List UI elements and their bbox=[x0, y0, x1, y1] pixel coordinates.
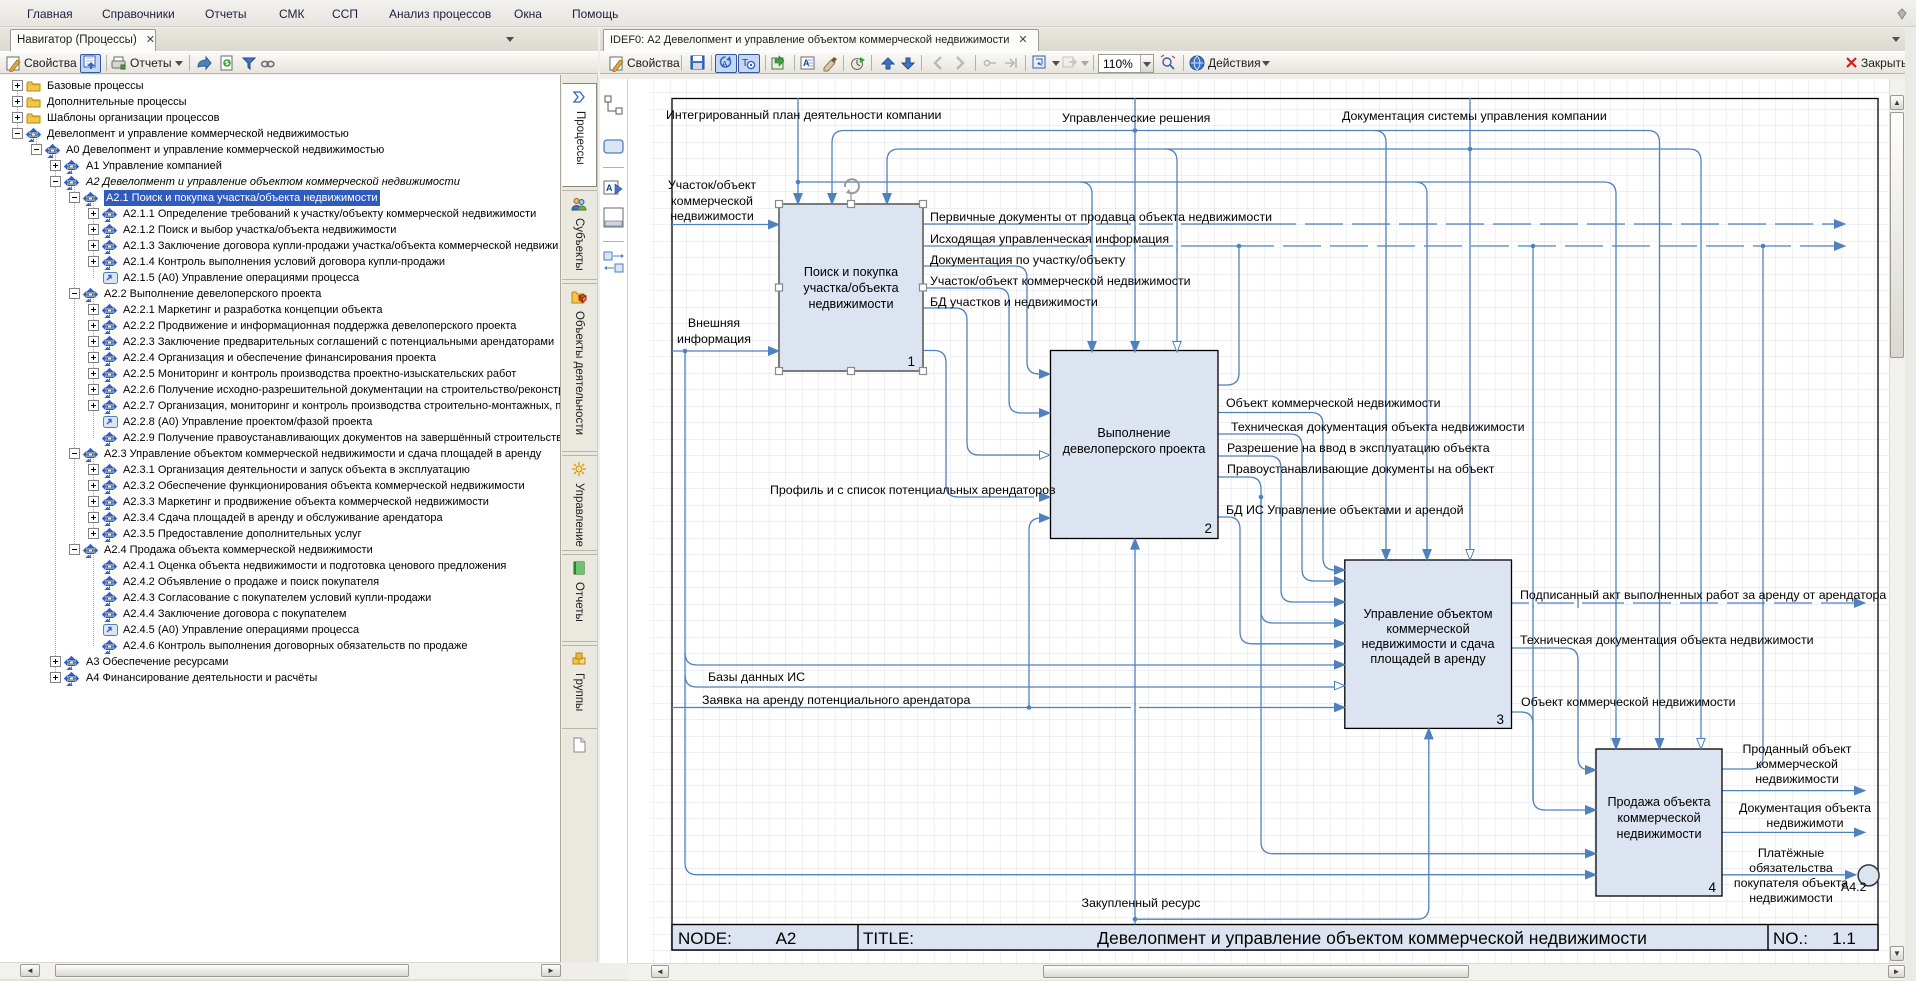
svg-text:недвижимости и сдача: недвижимости и сдача bbox=[1362, 637, 1495, 651]
svg-text:2: 2 bbox=[1204, 521, 1212, 536]
svg-text:Закупленный ресурс: Закупленный ресурс bbox=[1081, 896, 1200, 910]
svg-text:Объект коммерческой недвижимос: Объект коммерческой недвижимости bbox=[1226, 396, 1441, 410]
svg-text:Участок/объект: Участок/объект bbox=[668, 178, 756, 192]
svg-text:участка/объекта: участка/объекта bbox=[803, 281, 898, 295]
svg-text:Управление объектом: Управление объектом bbox=[1363, 607, 1492, 621]
svg-text:Исходящая управленческая инфор: Исходящая управленческая информация bbox=[930, 232, 1169, 246]
svg-text:3: 3 bbox=[1496, 712, 1504, 727]
svg-text:Подписанный акт выполненных ра: Подписанный акт выполненных работ за аре… bbox=[1520, 588, 1886, 602]
svg-text:коммерческой: коммерческой bbox=[1617, 811, 1700, 825]
svg-text:4: 4 bbox=[1708, 880, 1716, 895]
svg-text:недвижимости: недвижимости bbox=[809, 297, 894, 311]
svg-text:Участок/объект коммерческой не: Участок/объект коммерческой недвижимости bbox=[930, 274, 1191, 288]
svg-text:Проданный объект: Проданный объект bbox=[1743, 742, 1852, 756]
svg-text:недвижимости: недвижимости bbox=[1617, 827, 1702, 841]
svg-text:Продажа объекта: Продажа объекта bbox=[1607, 795, 1710, 809]
svg-text:Базы данных ИС: Базы данных ИС bbox=[708, 670, 805, 684]
svg-text:БД участков и недвижимости: БД участков и недвижимости bbox=[930, 295, 1098, 309]
svg-text:NO.:: NO.: bbox=[1773, 929, 1808, 948]
svg-text:недвижимости: недвижимости bbox=[1755, 772, 1839, 786]
svg-text:TITLE:: TITLE: bbox=[863, 929, 914, 948]
svg-text:Документация по участку/объект: Документация по участку/объекту bbox=[930, 253, 1126, 267]
svg-text:Девелопмент и управление объек: Девелопмент и управление объектом коммер… bbox=[1097, 928, 1647, 948]
svg-text:Профиль и с список потенциальн: Профиль и с список потенциальных арендат… bbox=[770, 483, 1056, 497]
svg-text:Техническая документация объек: Техническая документация объекта недвижи… bbox=[1520, 633, 1814, 647]
svg-text:Разрешение на ввод в эксплуата: Разрешение на ввод в эксплуатацию объект… bbox=[1227, 441, 1490, 455]
svg-text:Первичные документы от продавц: Первичные документы от продавца объекта … bbox=[930, 210, 1272, 224]
svg-text:Объект коммерческой недвижимос: Объект коммерческой недвижимости bbox=[1521, 695, 1736, 709]
svg-text:БД ИС Управление объектами и а: БД ИС Управление объектами и арендой bbox=[1226, 503, 1464, 517]
svg-text:коммерческой: коммерческой bbox=[1756, 757, 1838, 771]
svg-text:Интегрированный план деятельно: Интегрированный план деятельности компан… bbox=[666, 108, 942, 122]
svg-text:1.1: 1.1 bbox=[1832, 929, 1856, 948]
svg-text:коммерческой: коммерческой bbox=[1386, 622, 1469, 636]
svg-text:Заявка на аренду потенциальног: Заявка на аренду потенциального арендато… bbox=[702, 693, 970, 707]
svg-text:информация: информация bbox=[677, 332, 751, 346]
svg-text:Выполнение: Выполнение bbox=[1097, 426, 1170, 440]
svg-text:Правоустанавливающие документы: Правоустанавливающие документы на объект bbox=[1227, 462, 1495, 476]
svg-text:1: 1 bbox=[907, 354, 915, 369]
svg-text:недвижимости: недвижимости bbox=[670, 209, 754, 223]
svg-text:девелоперского проекта: девелоперского проекта bbox=[1063, 442, 1206, 456]
svg-text:покупателя объекта: покупателя объекта bbox=[1734, 876, 1848, 890]
svg-text:А2: А2 bbox=[776, 929, 797, 948]
svg-text:Поиск и покупка: Поиск и покупка bbox=[804, 265, 898, 279]
svg-text:площадей в аренду: площадей в аренду bbox=[1370, 652, 1486, 666]
svg-text:Техническая документация объек: Техническая документация объекта недвижи… bbox=[1231, 420, 1525, 434]
svg-text:Документация системы управлени: Документация системы управления компании bbox=[1342, 109, 1607, 123]
svg-text:NODE:: NODE: bbox=[678, 929, 732, 948]
svg-text:Документация объекта: Документация объекта bbox=[1739, 801, 1871, 815]
svg-text:обязательства: обязательства bbox=[1749, 861, 1833, 875]
svg-text:Платёжные: Платёжные bbox=[1758, 846, 1824, 860]
svg-text:A: A bbox=[722, 60, 728, 69]
svg-text:А4.2: А4.2 bbox=[1841, 880, 1867, 894]
svg-text:недвижимоти: недвижимоти bbox=[1766, 816, 1843, 830]
svg-text:коммерческой: коммерческой bbox=[671, 194, 753, 208]
svg-text:A: A bbox=[606, 183, 613, 193]
svg-text:Управленческие решения: Управленческие решения bbox=[1062, 111, 1210, 125]
svg-text:Внешняя: Внешняя bbox=[688, 316, 740, 330]
svg-text:недвижимости: недвижимости bbox=[1749, 891, 1833, 905]
